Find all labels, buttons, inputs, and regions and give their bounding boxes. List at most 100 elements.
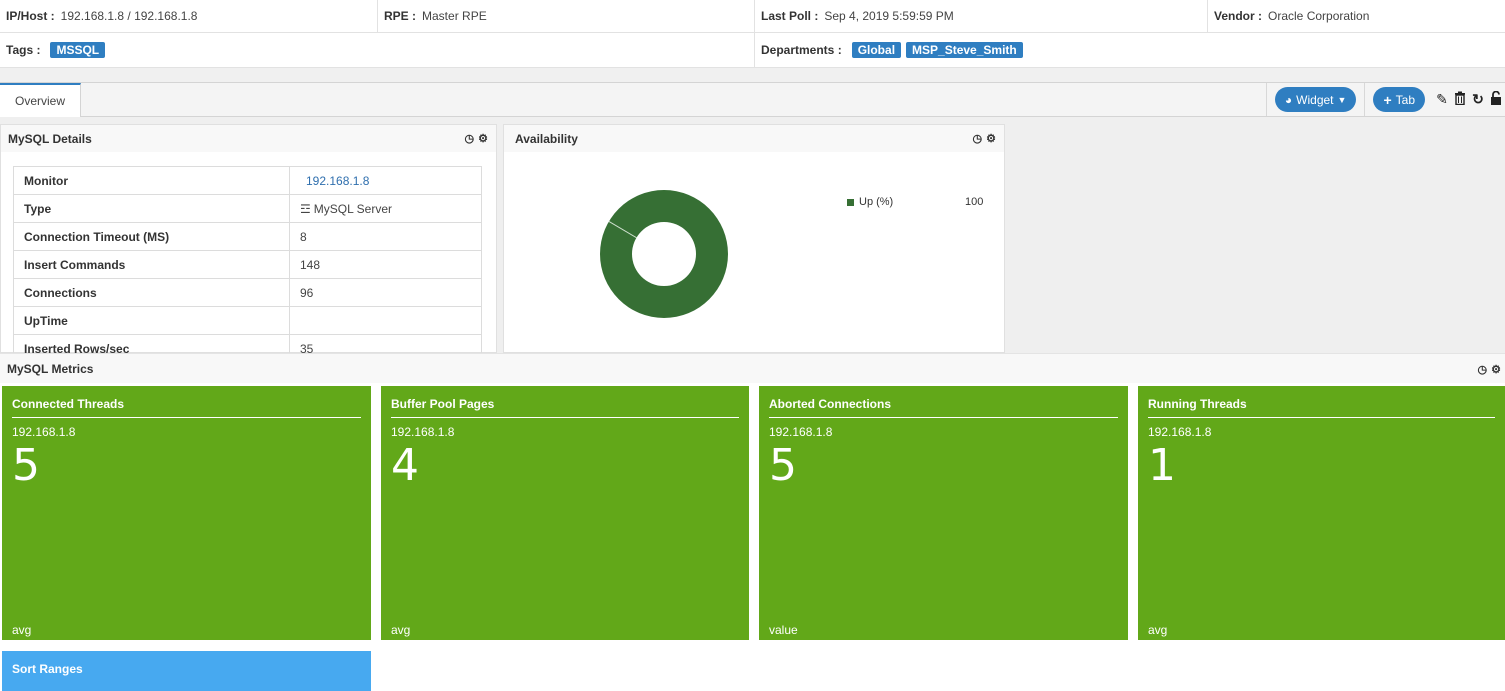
tile-host: 192.168.1.8 <box>391 425 455 439</box>
row-key: Type <box>13 194 290 223</box>
tile-host: 192.168.1.8 <box>12 425 76 439</box>
ip-host-value: 192.168.1.8 / 192.168.1.8 <box>60 9 198 23</box>
pie-chart-icon: ◕ <box>1284 92 1293 107</box>
ip-host-label: IP/Host : <box>6 9 55 23</box>
tile-value: 5 <box>12 440 40 491</box>
row-key: Monitor <box>13 166 290 195</box>
tab-overview[interactable]: Overview <box>0 83 81 117</box>
tile-divider <box>769 417 1118 418</box>
table-row: Monitor 192.168.1.8 <box>13 166 482 195</box>
tile-host: 192.168.1.8 <box>769 425 833 439</box>
add-tab-label: Tab <box>1395 92 1415 107</box>
metric-tile-running-threads[interactable]: Running Threads 192.168.1.8 1 avg <box>1138 386 1505 640</box>
rpe-field: RPE : Master RPE <box>378 0 755 32</box>
dashboard-area: MySQL Details ◷ ⚙ Monitor 192.168.1.8 Ty… <box>0 117 1505 359</box>
rpe-label: RPE : <box>384 9 417 23</box>
unlock-icon[interactable] <box>1487 90 1505 108</box>
row-key: Connection Timeout (MS) <box>13 222 290 251</box>
legend-value: 100 <box>965 196 984 208</box>
clock-icon[interactable]: ◷ <box>465 132 475 145</box>
departments-label: Departments : <box>761 43 842 57</box>
table-row: Type ☲ MySQL Server <box>13 194 482 223</box>
legend-item[interactable]: Up (%) 100 <box>847 196 983 208</box>
trash-icon[interactable] <box>1451 91 1469 108</box>
tile-divider <box>12 417 361 418</box>
row-key: Insert Commands <box>13 250 290 279</box>
row-key: UpTime <box>13 306 290 335</box>
tag-chip[interactable]: MSSQL <box>50 42 106 58</box>
tile-host: 192.168.1.8 <box>1148 425 1212 439</box>
info-row-secondary: Tags : MSSQL Departments : Global MSP_St… <box>0 33 1505 68</box>
header-spacer <box>0 68 1505 83</box>
add-tab-button[interactable]: + Tab <box>1373 87 1425 112</box>
department-chip[interactable]: Global <box>851 42 902 58</box>
toolbar-divider <box>1364 83 1366 116</box>
tile-divider <box>391 417 739 418</box>
donut-slice-up[interactable] <box>600 190 728 318</box>
panel-actions: ◷ ⚙ <box>1478 354 1501 384</box>
panel-title: MySQL Details <box>8 131 92 146</box>
tab-bar: Overview ◕ Widget ▼ + Tab ✎ ↻ <box>0 83 1505 117</box>
mysql-details-panel: MySQL Details ◷ ⚙ Monitor 192.168.1.8 Ty… <box>0 124 497 359</box>
details-table: Monitor 192.168.1.8 Type ☲ MySQL Server C… <box>13 166 482 359</box>
tile-aggregation: avg <box>391 623 411 637</box>
info-row-primary: IP/Host : 192.168.1.8 / 192.168.1.8 RPE … <box>0 0 1505 33</box>
tile-divider <box>1148 417 1495 418</box>
mysql-metrics-header: MySQL Metrics ◷ ⚙ <box>0 353 1505 383</box>
tile-value: 5 <box>769 440 797 491</box>
toolbar-divider <box>1265 83 1267 116</box>
database-icon: ☲ <box>300 201 311 216</box>
type-value: MySQL Server <box>313 201 393 216</box>
tile-title: Sort Ranges <box>12 662 83 676</box>
panel-actions: ◷ ⚙ <box>973 125 996 152</box>
tile-aggregation: value <box>769 623 798 637</box>
clock-icon[interactable]: ◷ <box>973 132 983 145</box>
availability-panel: Availability ◷ ⚙ Up (%) 100 <box>503 124 1005 353</box>
add-widget-button[interactable]: ◕ Widget ▼ <box>1274 87 1357 112</box>
row-value: 8 <box>289 222 482 251</box>
gear-icon[interactable]: ⚙ <box>1491 363 1501 376</box>
metric-tile-aborted-connections[interactable]: Aborted Connections 192.168.1.8 5 value <box>759 386 1128 640</box>
tile-title: Running Threads <box>1148 397 1247 411</box>
tile-aggregation: avg <box>12 623 32 637</box>
row-value: 96 <box>289 278 482 307</box>
metric-tile-sort-ranges[interactable]: Sort Ranges <box>2 651 371 691</box>
last-poll-label: Last Poll : <box>761 9 819 23</box>
last-poll-field: Last Poll : Sep 4, 2019 5:59:59 PM <box>755 0 1208 32</box>
gear-icon[interactable]: ⚙ <box>478 132 488 145</box>
row-value: 148 <box>289 250 482 279</box>
pencil-icon[interactable]: ✎ <box>1433 91 1451 108</box>
panel-header: MySQL Details ◷ ⚙ <box>1 125 496 152</box>
legend-swatch <box>847 198 854 206</box>
ip-host-field: IP/Host : 192.168.1.8 / 192.168.1.8 <box>0 0 378 32</box>
table-row: Insert Commands 148 <box>13 250 482 279</box>
row-value <box>289 306 482 335</box>
clock-icon[interactable]: ◷ <box>1478 363 1488 376</box>
vendor-label: Vendor : <box>1214 9 1263 23</box>
departments-field: Departments : Global MSP_Steve_Smith <box>755 33 1505 67</box>
add-widget-label: Widget <box>1296 92 1334 107</box>
rpe-value: Master RPE <box>422 9 487 23</box>
gear-icon[interactable]: ⚙ <box>986 132 996 145</box>
table-row: Connections 96 <box>13 278 482 307</box>
tile-title: Buffer Pool Pages <box>391 397 495 411</box>
dashboard-toolbar: ◕ Widget ▼ + Tab ✎ ↻ <box>1265 83 1505 116</box>
details-scroll-area[interactable]: Monitor 192.168.1.8 Type ☲ MySQL Server C… <box>1 152 497 359</box>
availability-donut-chart <box>599 189 729 319</box>
table-row: UpTime <box>13 306 482 335</box>
tile-value: 4 <box>391 440 419 491</box>
tile-value: 1 <box>1148 440 1176 491</box>
metric-tile-buffer-pool-pages[interactable]: Buffer Pool Pages 192.168.1.8 4 avg <box>381 386 749 640</box>
monitor-link[interactable]: 192.168.1.8 <box>289 166 482 195</box>
tags-field: Tags : MSSQL <box>0 33 755 67</box>
panel-actions: ◷ ⚙ <box>465 125 488 152</box>
department-chip[interactable]: MSP_Steve_Smith <box>906 42 1023 58</box>
metric-tile-connected-threads[interactable]: Connected Threads 192.168.1.8 5 avg <box>2 386 371 640</box>
legend-label: Up (%) <box>859 196 894 208</box>
tile-title: Connected Threads <box>12 397 125 411</box>
tile-aggregation: avg <box>1148 623 1168 637</box>
refresh-icon[interactable]: ↻ <box>1469 91 1487 108</box>
tags-label: Tags : <box>6 43 41 57</box>
row-value: ☲ MySQL Server <box>289 194 482 223</box>
tile-title: Aborted Connections <box>769 397 891 411</box>
